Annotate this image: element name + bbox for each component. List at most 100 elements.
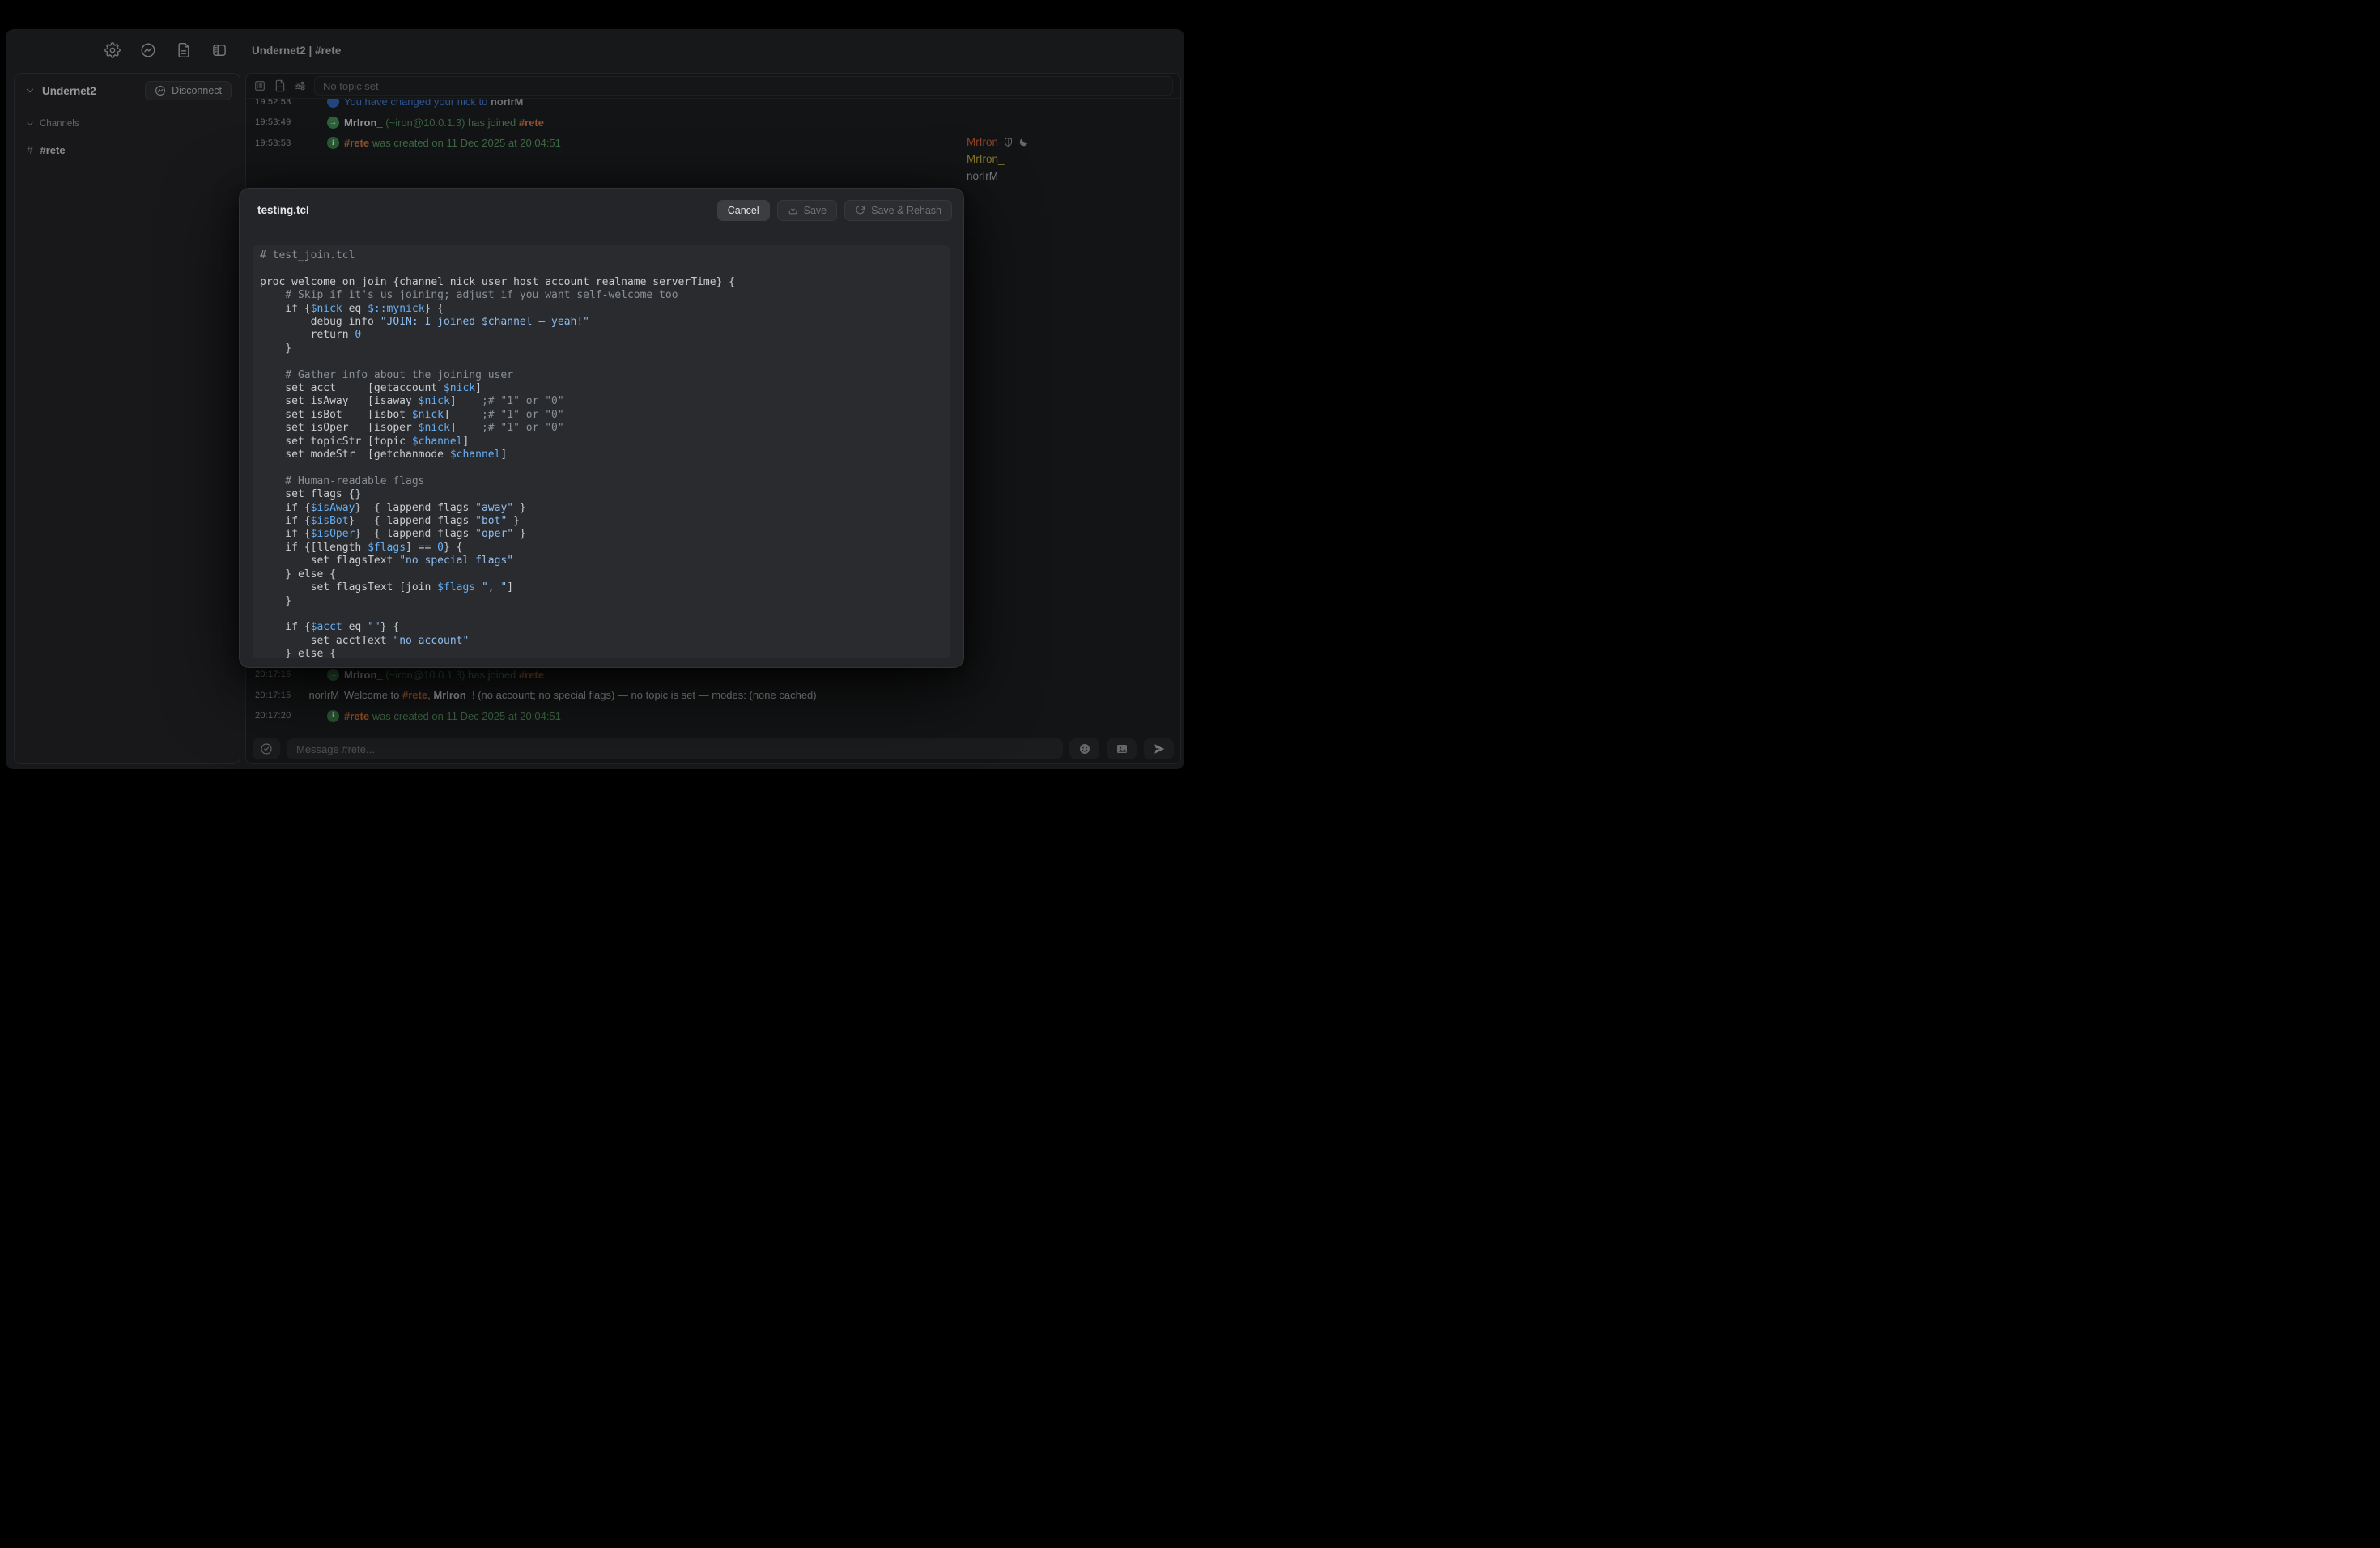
user-nick: MrIron_ [967,153,1005,165]
join-icon: → [327,117,339,129]
user-list-item[interactable]: MrIron [954,134,1067,151]
code-line: } else { [260,648,950,658]
chat-message: 20:17:20 i #rete was created on 11 Dec 202… [246,705,1067,726]
timestamp: 19:53:49 [255,117,292,127]
nick-change-icon [327,99,339,108]
save-rehash-button[interactable]: Save & Rehash [844,200,952,221]
refresh-icon [855,205,865,215]
message-text: #rete was created on 11 Dec 2025 at 20:0… [344,137,561,149]
info-icon: i [327,710,339,722]
save-rehash-label: Save & Rehash [871,205,941,216]
channels-header[interactable]: Channels [15,119,240,129]
channels-label: Channels [40,119,79,129]
chat-message: 19:53:49→MrIron_ (~iron@10.0.1.3) has jo… [246,113,1067,134]
code-line: set acctText "no account" [260,635,950,648]
code-line: set isAway [isaway $nick] ;# "1" or "0" [260,395,950,408]
timestamp: 19:53:53 [255,138,292,148]
user-nick: MrIron [967,136,998,148]
code-line: } [260,595,950,608]
code-line [260,608,950,621]
dialog-title: testing.tcl [257,204,717,216]
script-file-icon[interactable] [176,42,192,58]
message-gutter: → [292,117,339,129]
send-icon[interactable] [1144,738,1174,759]
script-editor-dialog: testing.tcl Cancel Save Save & Rehash [239,188,964,668]
message-gutter: norIrM [292,689,339,701]
message-text: MrIron_ (~iron@10.0.1.3) has joined #ret… [344,669,544,681]
code-line [260,355,950,368]
chat-message: 20:17:15norIrMWelcome to #rete, MrIron_!… [246,685,1067,706]
code-line: set flagsText [join $flags ", "] [260,581,950,594]
log-list-icon[interactable] [253,79,266,92]
connection-icon[interactable] [140,42,156,58]
user-list-item[interactable]: MrIron_ [954,151,1067,168]
sidebar-toggle-icon[interactable] [211,42,227,58]
server-name: Undernet2 [42,85,145,97]
messages-top: 19:52:53You have changed your nick to no… [246,99,1067,154]
chevron-down-icon [25,119,35,129]
file-icon[interactable] [274,79,287,92]
code-lines: # test_join.tclproc welcome_on_join {cha… [260,249,950,658]
save-label: Save [804,205,827,216]
filter-icon[interactable] [294,79,307,92]
save-button[interactable]: Save [777,200,838,221]
topic-input[interactable]: No topic set [314,76,1173,96]
chevron-down-icon[interactable] [24,85,36,96]
code-line: if {$acct eq ""} { [260,621,950,634]
code-line [260,461,950,474]
dialog-actions: Cancel Save Save & Rehash [717,200,952,221]
code-line: set flagsText "no special flags" [260,555,950,568]
image-icon[interactable] [1107,738,1137,759]
chat-message: 19:52:53You have changed your nick to no… [246,99,1067,113]
emoji-icon[interactable] [1069,738,1099,759]
user-list-item[interactable]: norIrM [954,168,1067,185]
code-line: set isOper [isoper $nick] ;# "1" or "0" [260,422,950,435]
code-line: } [260,342,950,355]
user-nick: norIrM [967,170,998,182]
disconnect-button[interactable]: Disconnect [145,81,232,100]
shield-icon [1003,137,1014,147]
app-window: Undernet2 | #rete Undernet2 Disconnect C… [6,29,1184,769]
code-line: if {[llength $flags] == 0} { [260,542,950,555]
titlebar: Undernet2 | #rete [6,29,1184,71]
cancel-button[interactable]: Cancel [717,200,770,221]
sender-nick[interactable]: norIrM [308,689,339,701]
moon-icon [1018,137,1029,147]
sidebar-item-rete[interactable]: # #rete [15,141,240,159]
code-line [260,262,950,275]
window-title: Undernet2 | #rete [252,29,341,71]
save-icon [788,205,798,215]
sidebar: Undernet2 Disconnect Channels # #rete [14,73,240,764]
code-line: return 0 [260,329,950,342]
cancel-label: Cancel [728,205,759,216]
check-circle-icon[interactable] [253,738,280,759]
message-gutter: → [292,669,339,681]
message-gutter: i [292,710,339,722]
dialog-header: testing.tcl Cancel Save Save & Rehash [240,189,963,232]
code-editor[interactable]: # test_join.tclproc welcome_on_join {cha… [253,245,950,658]
disconnect-label: Disconnect [172,85,222,96]
gear-icon[interactable] [104,42,121,58]
info-icon: i [327,137,339,149]
server-row[interactable]: Undernet2 Disconnect [15,74,240,100]
code-line: # test_join.tcl [260,249,950,262]
message-text: #rete was created on 11 Dec 2025 at 20:0… [344,710,561,722]
timestamp: 19:52:53 [255,99,292,107]
timestamp: 20:17:15 [255,691,292,700]
timestamp: 20:17:20 [255,711,292,721]
message-gutter: i [292,137,339,149]
code-line: set topicStr [topic $channel] [260,436,950,449]
code-line: set flags {} [260,488,950,501]
user-list: MrIron MrIron_ norIrM [954,124,1067,185]
code-line: debug info "JOIN: I joined $channel — ye… [260,316,950,329]
topic-bar: No topic set [246,74,1180,99]
code-line: if {$isBot} { lappend flags "bot" } [260,515,950,528]
code-line: if {$nick eq $::mynick} { [260,303,950,316]
code-line: proc welcome_on_join {channel nick user … [260,276,950,289]
connection-icon [155,85,166,96]
code-line: # Skip if it's us joining; adjust if you… [260,289,950,302]
channel-name: #rete [40,144,66,156]
desktop-backdrop: Undernet2 | #rete Undernet2 Disconnect C… [0,0,1190,774]
code-line: } else { [260,568,950,581]
message-input[interactable] [287,738,1063,759]
